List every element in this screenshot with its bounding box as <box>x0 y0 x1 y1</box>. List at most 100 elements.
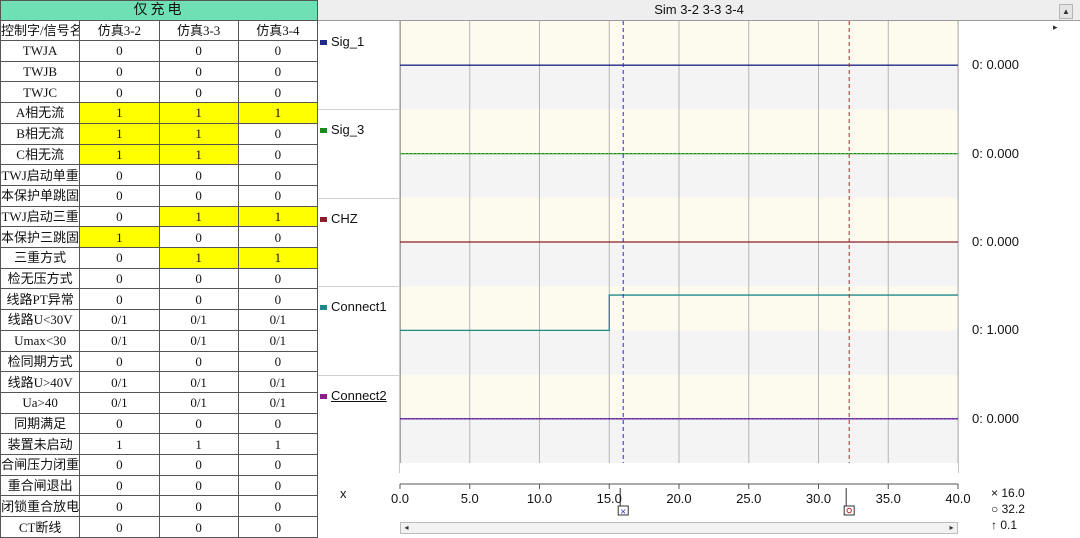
row-signal-name: TWJB <box>0 60 81 83</box>
signal-color-swatch-icon <box>320 40 327 46</box>
table-row: 重合闸退出 0 0 0 <box>0 474 319 497</box>
row-value-cell: 1 <box>158 122 239 145</box>
row-value-cell: 0 <box>237 350 319 373</box>
table-row: 本保护三跳固定100 <box>0 226 319 249</box>
scroll-left-arrow-icon[interactable]: ◂ <box>401 523 412 533</box>
row-value-cell: 0/1 <box>158 371 239 393</box>
signal-name-label: Connect1 <box>331 299 387 315</box>
signal-name-sig_3[interactable]: Sig_3 <box>320 122 364 137</box>
table-row: 装置未启动 1 1 1 <box>0 433 319 456</box>
row-value-cell: 0 <box>79 267 160 290</box>
row-signal-name: A相无流 <box>0 102 81 124</box>
signal-name-label: CHZ <box>331 210 358 226</box>
signal-value-panel: 0: 0.000 0: 0.000 0: 0.000 0: 1.000 0: 0.000 <box>958 21 1080 473</box>
x-tick-label: 40.0 <box>945 491 971 506</box>
signal-separator <box>318 286 400 288</box>
row-value-cell: 0 <box>158 184 239 207</box>
row-value-cell: 1 <box>79 143 160 166</box>
row-signal-name: TWJ启动三重 <box>0 205 81 228</box>
row-value-cell: 0 <box>79 40 160 62</box>
row-value-cell: 0 <box>237 474 319 497</box>
cursor1-icon: × <box>991 486 999 500</box>
cursor1-value: 16.0 <box>1001 486 1025 500</box>
row-signal-name: TWJC <box>0 81 81 104</box>
row-value-cell: 0 <box>237 226 319 249</box>
row-signal-name: 检无压方式 <box>0 267 81 290</box>
signal-color-swatch-icon <box>320 128 327 134</box>
signal-name-connect1[interactable]: Connect1 <box>320 299 387 314</box>
x-tick-label: 25.0 <box>736 491 762 506</box>
cursor2-icon: ○ <box>991 502 999 516</box>
delta-value: 0.1 <box>1000 518 1018 532</box>
row-signal-name: 闭锁重合放电 <box>0 495 81 518</box>
row-value-cell: 0 <box>237 412 319 435</box>
table-row: 本保护单跳固定000 <box>0 184 319 207</box>
table-row: 线路PT异常 0 0 0 <box>0 288 319 311</box>
table-row: TWJ启动三重 0 1 1 <box>0 205 319 228</box>
row-signal-name: 线路U<30V <box>0 309 81 331</box>
row-value-cell: 0 <box>79 81 160 104</box>
row-signal-name: Umax<30 <box>0 329 81 352</box>
row-value-cell: 0 <box>79 516 160 538</box>
row-value-cell: 1 <box>158 433 239 456</box>
signal-name-panel: Sig_1 Sig_3 CHZ Connect1 Connect2 <box>318 21 400 473</box>
delta-readout: ↑ 0.1 <box>991 517 1025 533</box>
row-signal-name: 线路PT异常 <box>0 288 81 311</box>
row-value-cell: 0 <box>237 267 319 290</box>
row-value-cell: 0/1 <box>158 329 239 352</box>
row-value-cell: 0 <box>79 184 160 207</box>
row-value-cell: 1 <box>237 205 319 228</box>
table-row: TWJA 0 0 0 <box>0 40 319 62</box>
row-value-cell: 0 <box>237 495 319 518</box>
scroll-right-icon[interactable]: ▸ <box>1053 22 1058 33</box>
row-value-cell: 1 <box>158 102 239 124</box>
row-value-cell: 0 <box>237 164 319 186</box>
signal-value-connect1: 0: 1.000 <box>972 322 1019 338</box>
row-value-cell: 0/1 <box>79 329 160 352</box>
row-value-cell: 1 <box>158 247 239 269</box>
row-signal-name: 合闸压力闭重 <box>0 454 81 476</box>
row-value-cell: 0 <box>79 60 160 83</box>
signal-separator <box>318 109 400 111</box>
row-signal-name: 装置未启动 <box>0 433 81 456</box>
row-signal-name: B相无流 <box>0 122 81 145</box>
row-value-cell: 0 <box>79 350 160 373</box>
horizontal-scrollbar[interactable]: ◂ ▸ <box>400 522 958 534</box>
table-row: TWJB 0 0 0 <box>0 60 319 83</box>
signal-color-swatch-icon <box>320 216 327 222</box>
row-value-cell: 1 <box>79 433 160 456</box>
signal-name-chz[interactable]: CHZ <box>320 211 358 226</box>
row-value-cell: 0 <box>237 288 319 311</box>
header-signal-name: 控制字/信号名 <box>0 20 81 41</box>
table-row: 检同期方式 0 0 0 <box>0 350 319 373</box>
table-row: 同期满足 0 0 0 <box>0 412 319 435</box>
signal-name-label: Sig_1 <box>331 34 365 49</box>
scroll-right-arrow-icon[interactable]: ▸ <box>946 523 957 533</box>
table-row: CT断线 0 0 0 <box>0 516 319 538</box>
header-sim-3-4: 仿真3-4 <box>237 20 319 41</box>
row-value-cell: 0/1 <box>237 391 319 414</box>
row-value-cell: 0/1 <box>158 391 239 414</box>
row-signal-name: C相无流 <box>0 143 81 166</box>
signal-name-sig_1[interactable]: Sig_1 <box>320 34 364 49</box>
table-row: 线路U<30V 0/1 0/1 0/1 <box>0 309 319 331</box>
table-row: 闭锁重合放电 0 0 0 <box>0 495 319 518</box>
signal-name-connect2[interactable]: Connect2 <box>320 388 387 403</box>
table-header-row: 控制字/信号名 仿真3-2 仿真3-3 仿真3-4 <box>0 20 319 41</box>
row-signal-name: 重合闸退出 <box>0 474 81 497</box>
row-value-cell: 0 <box>79 247 160 269</box>
row-value-cell: 0 <box>158 412 239 435</box>
table-row: A相无流 1 1 1 <box>0 102 319 124</box>
signal-value-connect2: 0: 0.000 <box>972 410 1019 426</box>
row-value-cell: 0/1 <box>237 329 319 352</box>
header-sim-3-3: 仿真3-3 <box>158 20 239 41</box>
table-row: Ua>40 0/1 0/1 0/1 <box>0 391 319 414</box>
cursor1-handle-glyph: × <box>620 507 627 516</box>
row-value-cell: 0 <box>158 350 239 373</box>
table-row: 三重方式 0 1 1 <box>0 247 319 269</box>
row-signal-name: TWJ启动单重 <box>0 164 81 186</box>
row-value-cell: 0 <box>158 60 239 83</box>
row-signal-name: CT断线 <box>0 516 81 538</box>
row-value-cell: 0/1 <box>237 371 319 393</box>
row-value-cell: 0 <box>79 412 160 435</box>
